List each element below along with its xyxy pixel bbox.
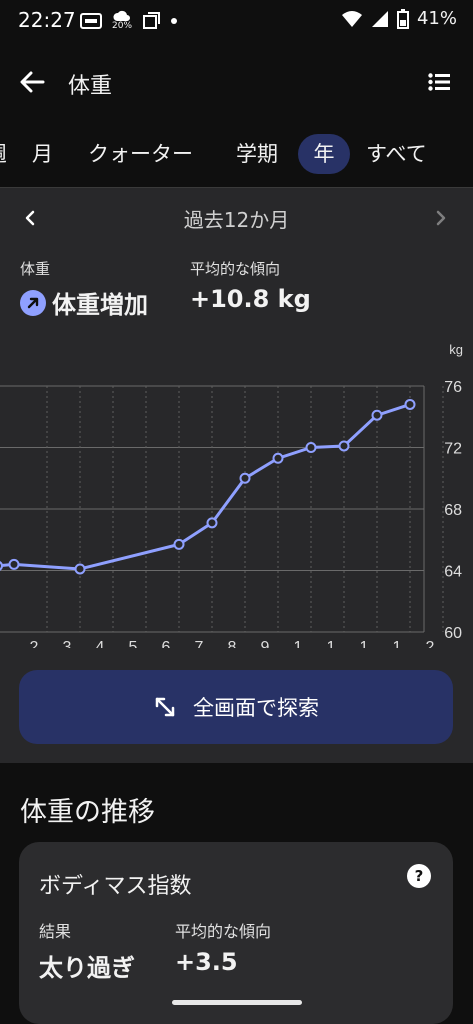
tab-label: 年 [313, 142, 335, 166]
arrow-left-icon [20, 71, 45, 93]
status-bar: 22:27 20% 41% [0, 0, 473, 44]
data-point[interactable] [0, 560, 3, 571]
x-tick-label: 8 [228, 639, 237, 648]
x-tick-label: 1 [360, 639, 369, 648]
period-label: 過去12か月 [183, 208, 290, 232]
weight-metric: 体重 体重増加 [20, 258, 148, 320]
tab-week[interactable]: 週 [0, 134, 6, 174]
tab-label: 週 [0, 142, 6, 166]
back-button[interactable] [16, 66, 48, 98]
weight-series-line [0, 403, 411, 571]
tab-quarter[interactable]: クォーター [88, 134, 193, 174]
trend-label: 平均的な傾向 [190, 260, 281, 278]
x-tick-label: 2 [426, 639, 435, 648]
section-title: 体重の推移 [20, 797, 155, 828]
tab-label: クォーター [88, 142, 193, 166]
y-tick-label: 68 [444, 502, 462, 519]
trend-up-arrow-icon [20, 289, 46, 316]
x-tick-label: 4 [96, 639, 105, 648]
tab-label: すべて [366, 142, 427, 166]
list-menu-button[interactable] [423, 66, 455, 98]
tab-semester[interactable]: 学期 [236, 134, 278, 174]
wifi-icon [341, 10, 362, 27]
data-point[interactable] [371, 409, 383, 421]
x-tick-label: 1 [393, 639, 402, 648]
trend-metric: 平均的な傾向 +10.8 kg [190, 258, 311, 313]
bmi-trend-label: 平均的な傾向 [175, 922, 272, 941]
x-tick-label: 3 [63, 639, 72, 648]
app-bar: 体重 [0, 52, 473, 112]
x-tick-label: 9 [261, 639, 270, 648]
status-time: 22:27 [18, 8, 76, 32]
notification-dot-icon [171, 17, 178, 24]
bmi-trend-value: +3.5 [175, 948, 238, 976]
battery-icon [396, 8, 409, 29]
bmi-card-title: ボディマス指数 [39, 874, 192, 899]
weather-icon: 20% [112, 10, 132, 31]
data-point[interactable] [8, 558, 20, 570]
status-left-icons: 20% [80, 10, 178, 31]
bmi-result-label: 結果 [39, 922, 72, 941]
y-tick-label: 76 [444, 379, 462, 396]
weather-percent: 20% [112, 21, 133, 31]
tab-year[interactable]: 年 [298, 134, 350, 174]
tab-month[interactable]: 月 [32, 134, 53, 174]
x-tick-label: 6 [162, 639, 171, 648]
y-tick-label: 64 [444, 564, 462, 581]
help-icon[interactable]: ? [407, 864, 431, 888]
tab-label: 学期 [236, 142, 278, 166]
data-point[interactable] [173, 538, 185, 550]
signal-icon [371, 10, 388, 27]
expand-diagonal-icon [155, 697, 175, 717]
data-point[interactable] [74, 563, 86, 575]
y-tick-label: 60 [444, 625, 462, 642]
list-icon [428, 73, 450, 91]
bmi-trend: 平均的な傾向 +3.5 [175, 918, 271, 976]
weight-chart-svg: kg 60 64 68 72 76 2 3 4 5 6 7 8 9 1 1 1 1 2 [0, 342, 463, 656]
data-point[interactable] [338, 440, 350, 452]
period-tabs: 週 月 クォーター 学期 年 すべて [0, 128, 473, 180]
bmi-card[interactable]: ボディマス指数 ? 結果 太り過ぎ 平均的な傾向 +3.5 [19, 842, 453, 1024]
trend-value: +10.8 kg [190, 285, 311, 313]
data-point[interactable] [272, 452, 284, 464]
status-right: 41% [341, 8, 457, 29]
chevron-right-icon[interactable] [431, 204, 451, 232]
bmi-result-value: 太り過ぎ [39, 954, 135, 982]
data-point[interactable] [206, 517, 218, 529]
screenshot-icon [143, 11, 161, 29]
x-tick-label: 1 [294, 639, 303, 648]
period-nav: 過去12か月 [0, 188, 473, 248]
y-tick-label: 72 [444, 441, 462, 458]
page-title: 体重 [68, 74, 113, 99]
explore-label: 全画面で探索 [193, 696, 319, 720]
data-point[interactable] [239, 472, 251, 484]
bmi-result: 結果 太り過ぎ [39, 918, 135, 983]
x-tick-label: 7 [195, 639, 204, 648]
x-tick-label: 2 [30, 639, 39, 648]
metric-value: 体重増加 [20, 285, 148, 320]
home-indicator[interactable] [172, 1000, 302, 1005]
x-tick-label: 1 [327, 639, 336, 648]
battery-percent: 41% [416, 8, 457, 29]
weight-chart[interactable]: kg 60 64 68 72 76 2 3 4 5 6 7 8 9 1 1 1 1 2 [0, 338, 473, 656]
y-axis-unit: kg [449, 342, 463, 357]
x-tick-label: 5 [129, 639, 138, 648]
metric-value-text: 体重増加 [52, 291, 148, 319]
data-point[interactable] [404, 398, 416, 410]
explore-fullscreen-button[interactable]: 全画面で探索 [19, 670, 453, 744]
metric-label: 体重 [20, 260, 51, 278]
sim-card-icon [80, 12, 102, 29]
weight-panel: 過去12か月 体重 体重増加 平均的な傾向 +10.8 kg kg 60 64 68 7… [0, 187, 473, 763]
tab-label: 月 [32, 142, 53, 166]
tab-all[interactable]: すべて [366, 134, 427, 174]
data-point[interactable] [305, 442, 317, 453]
